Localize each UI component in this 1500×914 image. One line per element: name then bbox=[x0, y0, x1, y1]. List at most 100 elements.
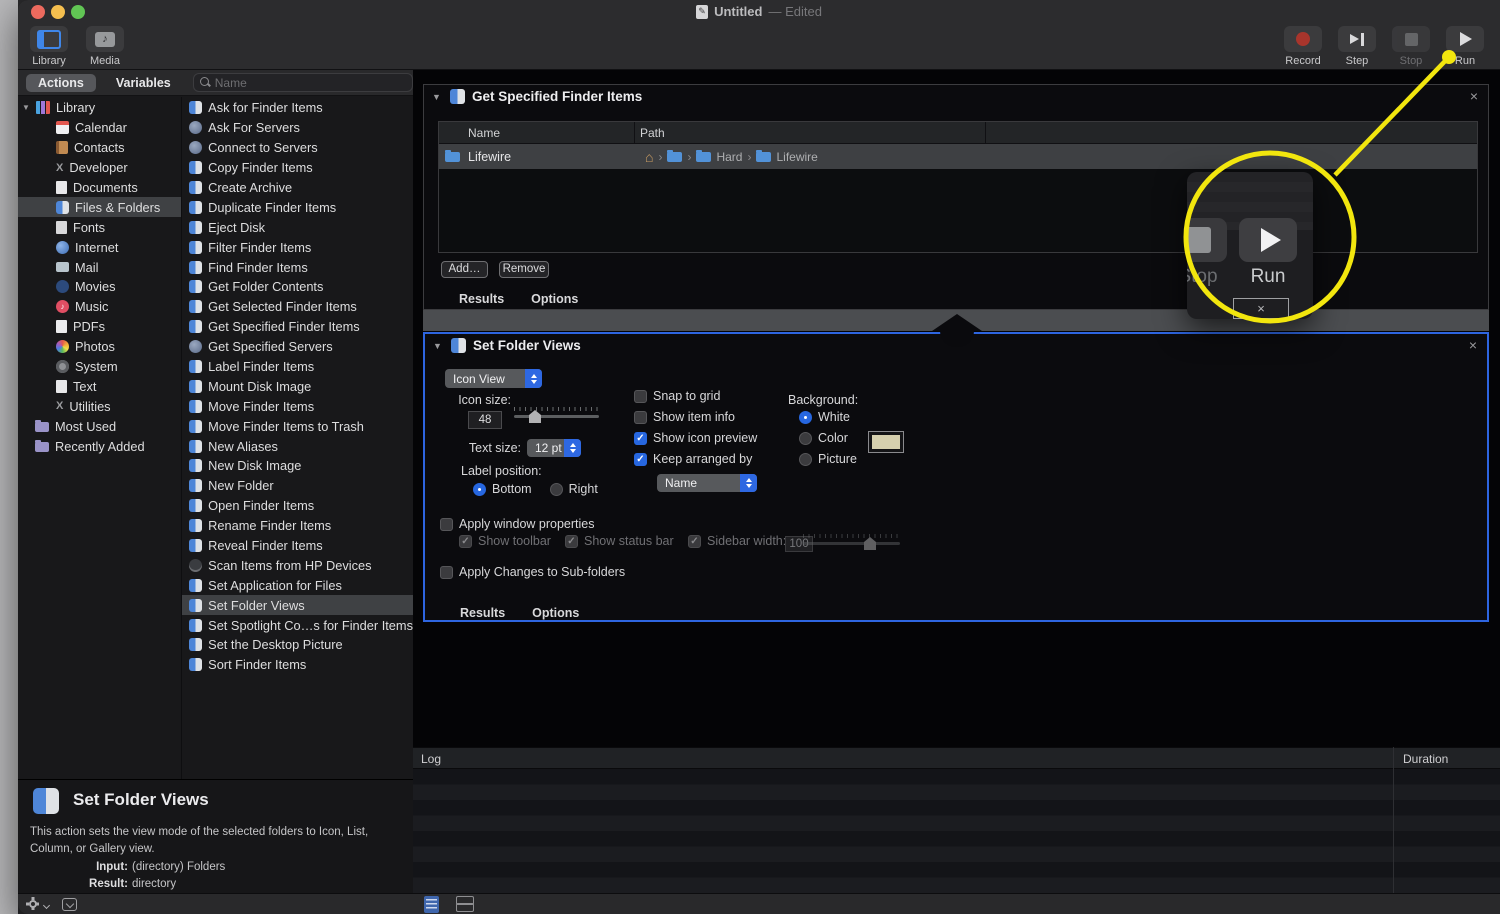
icon-size-slider[interactable] bbox=[514, 407, 599, 424]
remove-button[interactable]: Remove bbox=[499, 261, 549, 278]
icon-size-field[interactable]: 48 bbox=[468, 411, 502, 429]
radio-option-picture[interactable]: Picture bbox=[799, 452, 857, 466]
disclosure-triangle-icon[interactable]: ▼ bbox=[22, 103, 33, 112]
toolbar-button-step[interactable]: Step bbox=[1334, 26, 1380, 67]
category-item-movies[interactable]: ▼ Movies bbox=[18, 277, 181, 297]
options-tab[interactable]: Options bbox=[532, 606, 579, 620]
toolbar-button-library[interactable]: Library bbox=[26, 26, 72, 67]
action-item-set-the-desktop-picture[interactable]: Set the Desktop Picture bbox=[182, 635, 413, 655]
action-item-label-finder-items[interactable]: Label Finder Items bbox=[182, 357, 413, 377]
search-input[interactable] bbox=[214, 75, 406, 90]
close-action-button[interactable]: × bbox=[1469, 337, 1477, 353]
category-item-text[interactable]: ▼ Text bbox=[18, 376, 181, 396]
color-well[interactable] bbox=[868, 431, 904, 453]
column-divider[interactable] bbox=[634, 122, 635, 144]
action-item-find-finder-items[interactable]: Find Finder Items bbox=[182, 257, 413, 277]
action-item-reveal-finder-items[interactable]: Reveal Finder Items bbox=[182, 536, 413, 556]
table-row[interactable]: Lifewire › bbox=[439, 144, 1477, 169]
action-item-set-folder-views[interactable]: Set Folder Views bbox=[182, 595, 413, 616]
slider-thumb[interactable] bbox=[864, 537, 876, 550]
apply-changes-subfolders-checkbox[interactable]: Apply Changes to Sub-folders bbox=[440, 565, 625, 579]
category-item-system[interactable]: ▼ System bbox=[18, 357, 181, 377]
action-item-get-specified-servers[interactable]: Get Specified Servers bbox=[182, 337, 413, 357]
action-item-duplicate-finder-items[interactable]: Duplicate Finder Items bbox=[182, 197, 413, 217]
action-item-connect-to-servers[interactable]: Connect to Servers bbox=[182, 138, 413, 158]
checkbox-option-keep-arranged-by[interactable]: Keep arranged by bbox=[634, 452, 757, 466]
results-tab[interactable]: Results bbox=[459, 292, 504, 306]
category-item-files-folders[interactable]: ▼ Files & Folders bbox=[18, 197, 182, 218]
action-item-copy-finder-items[interactable]: Copy Finder Items bbox=[182, 158, 413, 178]
action-item-open-finder-items[interactable]: Open Finder Items bbox=[182, 496, 413, 516]
action-item-move-finder-items-to-trash[interactable]: Move Finder Items to Trash bbox=[182, 416, 413, 436]
search-field[interactable] bbox=[192, 73, 413, 92]
category-item-pdfs[interactable]: ▼ PDFs bbox=[18, 317, 181, 337]
tab-actions[interactable]: Actions bbox=[26, 73, 96, 92]
checkbox-option-sidebar-width[interactable]: Sidebar width: bbox=[688, 534, 786, 548]
category-item-utilities[interactable]: ▼ Utilities bbox=[18, 396, 181, 416]
action-item-get-specified-finder-items[interactable]: Get Specified Finder Items bbox=[182, 317, 413, 337]
category-item-documents[interactable]: ▼ Documents bbox=[18, 178, 181, 198]
category-item-developer[interactable]: ▼ Developer bbox=[18, 158, 181, 178]
toolbar-button-record[interactable]: Record bbox=[1280, 26, 1326, 67]
action-item-new-aliases[interactable]: New Aliases bbox=[182, 436, 413, 456]
column-header-name[interactable]: Name bbox=[468, 126, 500, 140]
category-item-most-used[interactable]: ▼ Most Used bbox=[18, 416, 181, 436]
column-divider[interactable] bbox=[985, 122, 986, 144]
category-item-internet[interactable]: ▼ Internet bbox=[18, 237, 181, 257]
checkbox-option-show-icon-preview[interactable]: Show icon preview bbox=[634, 431, 757, 445]
action-item-ask-for-servers[interactable]: Ask For Servers bbox=[182, 118, 413, 138]
toolbar-button-stop[interactable]: Stop bbox=[1388, 26, 1434, 67]
action-item-set-spotlight-co-s-for-finder-items[interactable]: Set Spotlight Co…s for Finder Items bbox=[182, 615, 413, 635]
apply-window-properties-checkbox[interactable]: Apply window properties bbox=[440, 517, 595, 531]
slider-thumb[interactable] bbox=[529, 410, 541, 423]
category-item-library[interactable]: ▼ Library bbox=[18, 98, 181, 118]
options-tab[interactable]: Options bbox=[531, 292, 578, 306]
tab-variables[interactable]: Variables bbox=[104, 74, 183, 92]
view-mode-popup[interactable]: Icon View bbox=[445, 369, 542, 388]
toggle-description-icon[interactable] bbox=[62, 898, 77, 911]
action-item-get-folder-contents[interactable]: Get Folder Contents bbox=[182, 277, 413, 297]
action-item-scan-items-from-hp-devices[interactable]: Scan Items from HP Devices bbox=[182, 555, 413, 575]
sidebar-width-slider[interactable] bbox=[803, 534, 900, 551]
toolbar-button-media[interactable]: Media bbox=[82, 26, 128, 67]
checkbox-option-show-status-bar[interactable]: Show status bar bbox=[565, 534, 674, 548]
action-item-create-archive[interactable]: Create Archive bbox=[182, 178, 413, 198]
column-header-path[interactable]: Path bbox=[640, 126, 665, 140]
category-item-fonts[interactable]: ▼ Fonts bbox=[18, 217, 181, 237]
category-item-mail[interactable]: ▼ Mail bbox=[18, 257, 181, 277]
action-item-ask-for-finder-items[interactable]: Ask for Finder Items bbox=[182, 98, 413, 118]
action-item-new-disk-image[interactable]: New Disk Image bbox=[182, 456, 413, 476]
action-item-get-selected-finder-items[interactable]: Get Selected Finder Items bbox=[182, 297, 413, 317]
log-list-view-icon[interactable] bbox=[424, 896, 439, 913]
gear-icon[interactable] bbox=[29, 900, 37, 908]
radio-option-bottom[interactable]: Bottom bbox=[473, 482, 532, 496]
toolbar-button-run[interactable]: Run bbox=[1442, 26, 1488, 67]
checkbox-option-show-toolbar[interactable]: Show toolbar bbox=[459, 534, 551, 548]
category-item-recently-added[interactable]: ▼ Recently Added bbox=[18, 436, 181, 456]
text-size-popup[interactable]: 12 pt bbox=[527, 439, 581, 457]
disclosure-triangle-icon[interactable]: ▼ bbox=[432, 92, 443, 102]
checkbox-option-snap-to-grid[interactable]: Snap to grid bbox=[634, 389, 757, 403]
radio-option-color[interactable]: Color bbox=[799, 431, 857, 445]
chevron-down-icon[interactable] bbox=[42, 901, 51, 910]
category-item-contacts[interactable]: ▼ Contacts bbox=[18, 138, 181, 158]
disclosure-triangle-icon[interactable]: ▼ bbox=[433, 341, 444, 351]
category-item-photos[interactable]: ▼ Photos bbox=[18, 337, 181, 357]
log-stack-view-icon[interactable] bbox=[456, 896, 474, 913]
action-item-set-application-for-files[interactable]: Set Application for Files bbox=[182, 575, 413, 595]
action-item-mount-disk-image[interactable]: Mount Disk Image bbox=[182, 376, 413, 396]
checkbox-option-show-item-info[interactable]: Show item info bbox=[634, 410, 757, 424]
keep-arranged-by-popup[interactable]: Name bbox=[657, 474, 757, 492]
action-item-eject-disk[interactable]: Eject Disk bbox=[182, 217, 413, 237]
action-item-filter-finder-items[interactable]: Filter Finder Items bbox=[182, 237, 413, 257]
radio-option-right[interactable]: Right bbox=[549, 482, 598, 496]
action-item-new-folder[interactable]: New Folder bbox=[182, 476, 413, 496]
action-item-rename-finder-items[interactable]: Rename Finder Items bbox=[182, 516, 413, 536]
category-item-music[interactable]: ▼ Music bbox=[18, 297, 181, 317]
action-item-move-finder-items[interactable]: Move Finder Items bbox=[182, 396, 413, 416]
add-button[interactable]: Add… bbox=[441, 261, 488, 278]
results-tab[interactable]: Results bbox=[460, 606, 505, 620]
action-item-sort-finder-items[interactable]: Sort Finder Items bbox=[182, 655, 413, 675]
radio-option-white[interactable]: White bbox=[799, 410, 857, 424]
category-item-calendar[interactable]: ▼ Calendar bbox=[18, 118, 181, 138]
